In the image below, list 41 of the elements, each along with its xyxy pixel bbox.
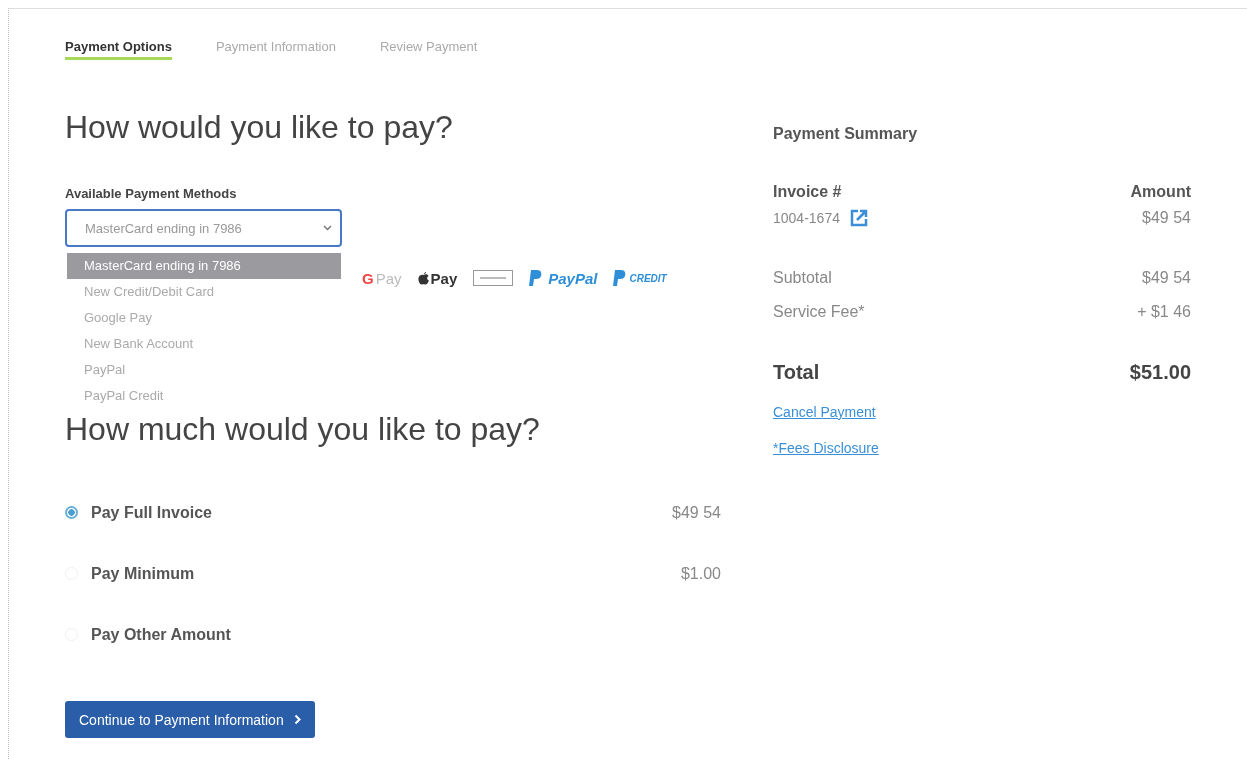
dropdown-option[interactable]: New Bank Account [67, 331, 341, 357]
option-amount: $1.00 [680, 564, 721, 583]
text-link[interactable]: Cancel Payment [773, 404, 876, 420]
summary-value: $49 54 [1142, 269, 1191, 287]
option-label: Pay Other Amount [91, 625, 232, 644]
apple-pay-logo: Pay [417, 269, 458, 287]
external-link-icon[interactable] [849, 209, 868, 227]
tab[interactable]: Payment Information [215, 31, 336, 60]
paypal-credit-logo: CREDIT [613, 270, 667, 286]
total-value: $51.00 [1129, 361, 1191, 384]
page-heading: How would you like to pay? [65, 109, 454, 146]
dropdown-option[interactable]: PayPal [67, 357, 341, 383]
column-header: Invoice # [773, 183, 842, 201]
continue-button[interactable]: Continue to Payment Information [65, 701, 315, 738]
card-logo-icon [473, 270, 514, 286]
payment-method-select[interactable]: MasterCard ending in 7986 [65, 209, 342, 247]
dropdown-option[interactable]: PayPal Credit [67, 383, 341, 409]
radio-button[interactable] [65, 506, 78, 519]
summary-title: Payment Summary [773, 125, 919, 143]
dropdown-option[interactable]: MasterCard ending in 7986 [67, 253, 341, 279]
option-label: Pay Minimum [91, 564, 196, 583]
dropdown-option[interactable]: Google Pay [67, 305, 341, 331]
column-header: Amount [1130, 183, 1191, 201]
summary-label: Service Fee* [773, 303, 865, 321]
tab[interactable]: Payment Options [65, 31, 172, 60]
tab[interactable]: Review Payment [379, 31, 478, 60]
summary-label: Subtotal [773, 269, 832, 287]
field-label: Available Payment Methods [65, 186, 238, 201]
paypal-logo: PayPal [529, 269, 598, 287]
invoice-number: 1004-1674 [773, 210, 840, 226]
chevron-down-icon [323, 225, 332, 231]
chevron-right-icon [293, 714, 301, 725]
section-heading: How much would you like to pay? [65, 411, 541, 448]
option-amount: $49 54 [672, 503, 721, 522]
invoice-amount: $49 54 [1142, 209, 1191, 227]
summary-value: + $1 46 [1137, 303, 1191, 321]
total-label: Total [773, 361, 820, 384]
text-link[interactable]: *Fees Disclosure [773, 440, 879, 456]
dropdown-option[interactable]: New Credit/Debit Card [67, 279, 341, 305]
option-label: Pay Full Invoice [91, 503, 213, 522]
google-pay-logo: G Pay [362, 269, 402, 287]
